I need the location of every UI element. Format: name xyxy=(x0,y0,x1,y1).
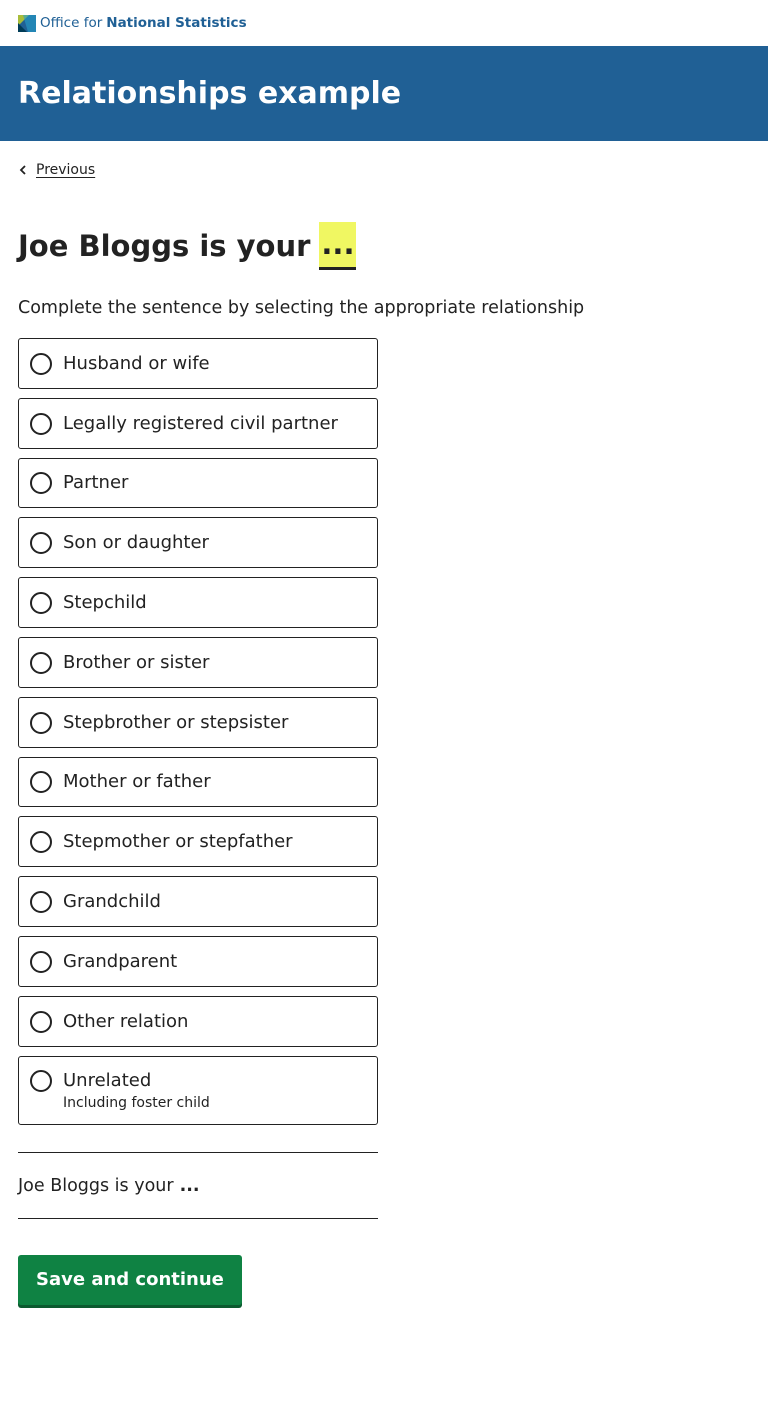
option-label: Stepmother or stepfather xyxy=(63,830,293,852)
option-stepbrother-or-stepsister[interactable]: Stepbrother or stepsister xyxy=(18,697,378,748)
radio-button[interactable] xyxy=(30,771,52,793)
option-label: Other relation xyxy=(63,1010,189,1032)
ons-logo[interactable]: Office for National Statistics xyxy=(18,14,247,32)
radio-button[interactable] xyxy=(30,950,52,973)
option-grandchild[interactable]: Grandchild xyxy=(18,876,378,927)
answer-value: ... xyxy=(179,1175,200,1196)
relationship-options: Husband or wife Legally registered civil… xyxy=(18,338,378,1125)
radio-button[interactable] xyxy=(30,651,52,674)
main-content: Previous Joe Bloggs is your ... Complete… xyxy=(0,160,768,1305)
option-label: Mother or father xyxy=(63,771,211,792)
option-civil-partner[interactable]: Legally registered civil partner xyxy=(18,398,378,449)
radio-button[interactable] xyxy=(30,711,52,734)
radio-button[interactable] xyxy=(30,472,52,494)
option-stepchild[interactable]: Stepchild xyxy=(18,577,378,628)
option-label: Stepbrother or stepsister xyxy=(63,711,289,733)
option-description: Including foster child xyxy=(63,1095,210,1111)
option-mother-or-father[interactable]: Mother or father xyxy=(18,757,378,807)
answer-preview: Joe Bloggs is your ... xyxy=(18,1152,378,1219)
option-label: Brother or sister xyxy=(63,651,210,673)
option-partner[interactable]: Partner xyxy=(18,458,378,508)
answer-prefix: Joe Bloggs is your xyxy=(18,1175,174,1196)
option-brother-or-sister[interactable]: Brother or sister xyxy=(18,637,378,688)
radio-button[interactable] xyxy=(30,531,52,554)
question-highlight: ... xyxy=(319,222,357,270)
page-banner: Relationships example xyxy=(0,46,768,141)
option-label: Partner xyxy=(63,472,129,493)
option-label: Son or daughter xyxy=(63,531,209,553)
option-husband-or-wife[interactable]: Husband or wife xyxy=(18,338,378,389)
site-header: Office for National Statistics xyxy=(0,0,768,46)
radio-button[interactable] xyxy=(30,1010,52,1033)
chevron-left-icon xyxy=(19,165,26,175)
previous-link-container: Previous xyxy=(18,160,750,180)
option-unrelated[interactable]: Unrelated Including foster child xyxy=(18,1056,378,1125)
radio-button[interactable] xyxy=(30,1070,52,1092)
previous-link[interactable]: Previous xyxy=(36,162,95,178)
question-description: Complete the sentence by selecting the a… xyxy=(18,298,585,318)
save-and-continue-button[interactable]: Save and continue xyxy=(18,1255,242,1305)
option-label: Unrelated xyxy=(63,1070,152,1091)
page-title: Relationships example xyxy=(18,76,402,111)
option-son-or-daughter[interactable]: Son or daughter xyxy=(18,517,378,568)
ons-logo-icon xyxy=(18,14,36,32)
option-stepmother-or-stepfather[interactable]: Stepmother or stepfather xyxy=(18,816,378,867)
option-label: Stepchild xyxy=(63,591,147,613)
radio-button[interactable] xyxy=(30,352,52,375)
option-label: Husband or wife xyxy=(63,352,210,374)
radio-button[interactable] xyxy=(30,591,52,614)
option-label: Grandchild xyxy=(63,890,161,912)
radio-button[interactable] xyxy=(30,830,52,853)
radio-button[interactable] xyxy=(30,412,52,435)
option-label: Grandparent xyxy=(63,950,178,972)
radio-button[interactable] xyxy=(30,890,52,913)
option-label: Legally registered civil partner xyxy=(63,412,338,434)
ons-logo-text-2: National Statistics xyxy=(106,15,247,31)
option-other-relation[interactable]: Other relation xyxy=(18,996,378,1047)
question-text: Joe Bloggs is your xyxy=(18,229,311,263)
ons-logo-text-1: Office for xyxy=(40,15,103,31)
option-grandparent[interactable]: Grandparent xyxy=(18,936,378,987)
question-title: Joe Bloggs is your ... xyxy=(18,222,750,270)
option-label-group: Unrelated Including foster child xyxy=(63,1070,210,1112)
